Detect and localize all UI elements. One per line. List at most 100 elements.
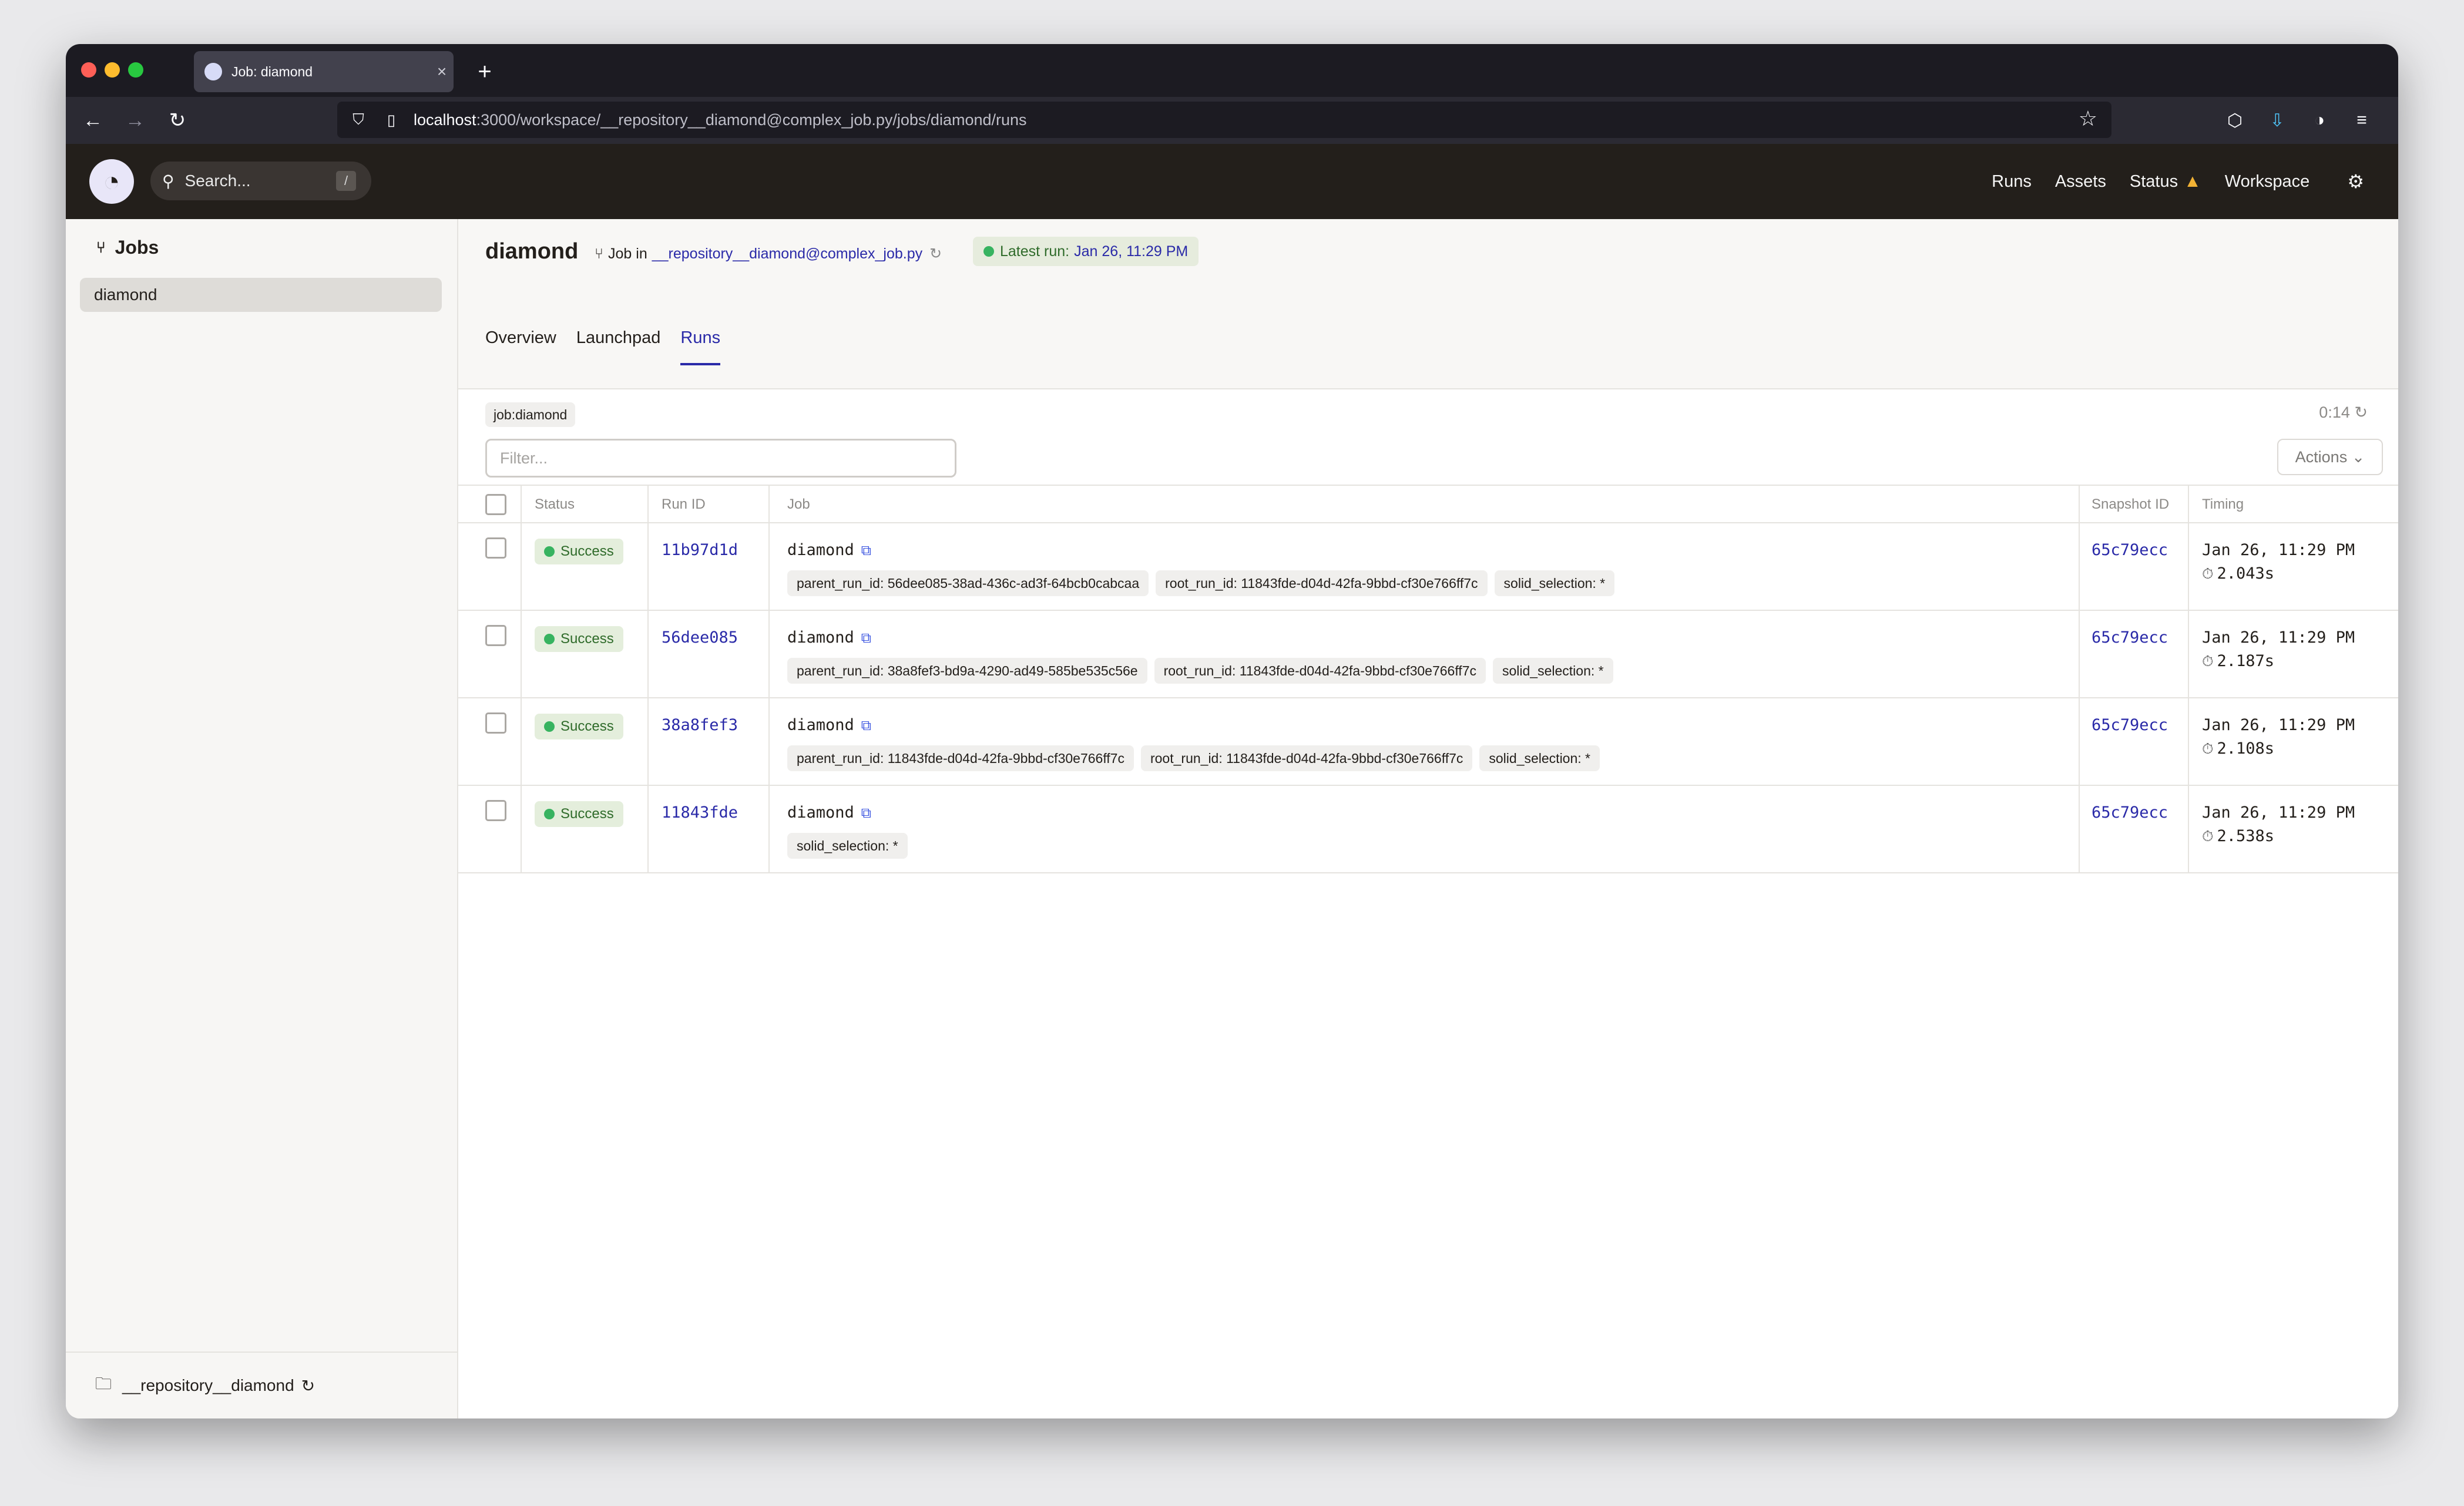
job-icon: ⑂ — [96, 238, 106, 256]
search-input[interactable]: Search... — [185, 172, 336, 190]
shield-icon[interactable]: ⛉ — [347, 110, 370, 129]
run-id-link[interactable]: 11b97d1d — [662, 541, 738, 559]
external-link-icon[interactable]: ⧉ — [861, 542, 871, 559]
run-tag[interactable]: root_run_id: 11843fde-d04d-42fa-9bbd-cf3… — [1154, 658, 1486, 684]
row-checkbox[interactable] — [485, 712, 506, 734]
nav-assets[interactable]: Assets — [2055, 172, 2106, 191]
job-cell: diamond ⧉ — [787, 628, 871, 647]
column-divider — [521, 523, 522, 610]
run-id-link[interactable]: 11843fde — [662, 804, 738, 822]
forward-button[interactable]: → — [120, 105, 150, 136]
filter-tag[interactable]: job:diamond — [485, 402, 576, 427]
browser-nav-bar: ← → ↻ ⛉ ▯ localhost:3000/workspace/__rep… — [66, 97, 2398, 144]
nav-runs[interactable]: Runs — [1992, 172, 2032, 191]
url-bar[interactable]: ⛉ ▯ localhost:3000/workspace/__repositor… — [337, 102, 2111, 138]
refresh-countdown[interactable]: 0:14 ↻ — [2319, 404, 2368, 422]
folder-icon: 🗀 — [95, 1374, 112, 1393]
bookmark-star-icon[interactable]: ☆ — [2079, 106, 2097, 131]
maximize-window-button[interactable] — [128, 62, 143, 78]
search-icon: ⚲ — [162, 172, 174, 190]
column-divider — [521, 611, 522, 697]
snapshot-id-link[interactable]: 65c79ecc — [2092, 628, 2168, 647]
close-tab-icon[interactable]: × — [430, 62, 454, 81]
nav-status[interactable]: Status — [2130, 172, 2178, 191]
reload-icon[interactable]: ↻ — [301, 1376, 315, 1396]
status-badge: Success — [535, 626, 623, 652]
job-name: diamond — [787, 541, 854, 559]
browser-tab[interactable]: Job: diamond × — [194, 51, 454, 92]
url-host: localhost — [414, 110, 476, 129]
success-dot-icon — [544, 546, 555, 557]
url-text[interactable]: localhost:3000/workspace/__repository__d… — [414, 111, 1027, 129]
main-content: diamond ⑂ Job in __repository__diamond@c… — [458, 219, 2398, 1418]
status-badge: Success — [535, 539, 623, 564]
clock-icon: ⏱ — [2202, 653, 2214, 670]
column-divider — [521, 486, 522, 522]
run-duration-value: 2.187s — [2217, 652, 2275, 670]
external-link-icon[interactable]: ⧉ — [861, 630, 871, 646]
snapshot-id-link[interactable]: 65c79ecc — [2092, 804, 2168, 822]
filter-input[interactable]: Filter... — [485, 439, 956, 478]
account-icon[interactable]: ◑ — [2304, 105, 2335, 136]
external-link-icon[interactable]: ⧉ — [861, 717, 871, 734]
minimize-window-button[interactable] — [105, 62, 120, 78]
downloads-icon[interactable]: ⇩ — [2262, 105, 2292, 136]
snapshot-id-link[interactable]: 65c79ecc — [2092, 716, 2168, 734]
run-tag[interactable]: solid_selection: * — [1494, 570, 1615, 596]
run-duration-value: 2.108s — [2217, 739, 2275, 758]
latest-run-badge[interactable]: Latest run: Jan 26, 11:29 PM — [973, 237, 1199, 266]
clock-icon: ⏱ — [2202, 740, 2214, 757]
tab-launchpad[interactable]: Launchpad — [576, 328, 661, 365]
snapshot-id-link[interactable]: 65c79ecc — [2092, 541, 2168, 559]
page-header: diamond ⑂ Job in __repository__diamond@c… — [458, 219, 2398, 389]
menu-icon[interactable]: ≡ — [2346, 105, 2377, 136]
row-checkbox[interactable] — [485, 800, 506, 821]
run-tag[interactable]: parent_run_id: 56dee085-38ad-436c-ad3f-6… — [787, 570, 1149, 596]
repository-link[interactable]: __repository__diamond@complex_job.py — [652, 246, 922, 263]
run-duration: ⏱ 2.538s — [2202, 827, 2274, 845]
run-tag[interactable]: root_run_id: 11843fde-d04d-42fa-9bbd-cf3… — [1140, 745, 1473, 771]
reload-button[interactable]: ↻ — [162, 105, 193, 136]
nav-workspace[interactable]: Workspace — [2225, 172, 2310, 191]
run-tag[interactable]: solid_selection: * — [787, 833, 908, 859]
job-cell: diamond ⧉ — [787, 716, 871, 734]
run-tag[interactable]: solid_selection: * — [1479, 745, 1600, 771]
external-link-icon[interactable]: ⧉ — [861, 805, 871, 821]
filter-placeholder: Filter... — [500, 449, 548, 467]
sidebar-item-diamond[interactable]: diamond — [80, 278, 442, 312]
refresh-icon: ↻ — [2354, 404, 2368, 421]
run-id-link[interactable]: 56dee085 — [662, 628, 738, 647]
repository-selector[interactable]: 🗀 __repository__diamond ↻ — [66, 1352, 457, 1418]
clock-icon: ⏱ — [2202, 565, 2214, 582]
run-tag[interactable]: solid_selection: * — [1493, 658, 1613, 684]
table-row: Success 56dee085 diamond ⧉ parent_run_id:… — [458, 611, 2398, 698]
column-header-status: Status — [535, 496, 575, 512]
reload-icon[interactable]: ↻ — [929, 245, 942, 263]
run-id-link[interactable]: 38a8fef3 — [662, 716, 738, 734]
actions-button[interactable]: Actions ⌄ — [2277, 439, 2383, 475]
back-button[interactable]: ← — [78, 105, 108, 136]
sidebar-item-label: diamond — [94, 285, 157, 304]
dagster-logo-icon[interactable]: ◔ — [89, 159, 134, 204]
column-divider — [768, 486, 770, 522]
close-window-button[interactable] — [81, 62, 96, 78]
select-all-checkbox[interactable] — [485, 494, 506, 515]
run-tag[interactable]: parent_run_id: 38a8fef3-bd9a-4290-ad49-5… — [787, 658, 1147, 684]
success-dot-icon — [544, 634, 555, 644]
run-duration: ⏱ 2.187s — [2202, 652, 2274, 670]
job-tabs: Overview Launchpad Runs — [485, 328, 740, 365]
search-bar[interactable]: ⚲ Search... / — [150, 162, 371, 200]
row-checkbox[interactable] — [485, 625, 506, 646]
row-checkbox[interactable] — [485, 537, 506, 559]
status-badge: Success — [535, 801, 623, 827]
gear-icon[interactable]: ⚙ — [2347, 170, 2364, 193]
tab-overview[interactable]: Overview — [485, 328, 556, 365]
new-tab-button[interactable]: + — [465, 52, 504, 91]
run-tag[interactable]: parent_run_id: 11843fde-d04d-42fa-9bbd-c… — [787, 745, 1134, 771]
sidebar: ⑂ Jobs diamond 🗀 __repository__diamond ↻ — [66, 219, 458, 1418]
column-divider — [647, 611, 649, 697]
tab-runs[interactable]: Runs — [680, 328, 721, 365]
pocket-icon[interactable]: ⬡ — [2220, 105, 2250, 136]
run-tag[interactable]: root_run_id: 11843fde-d04d-42fa-9bbd-cf3… — [1156, 570, 1488, 596]
status-label: Success — [560, 631, 614, 647]
